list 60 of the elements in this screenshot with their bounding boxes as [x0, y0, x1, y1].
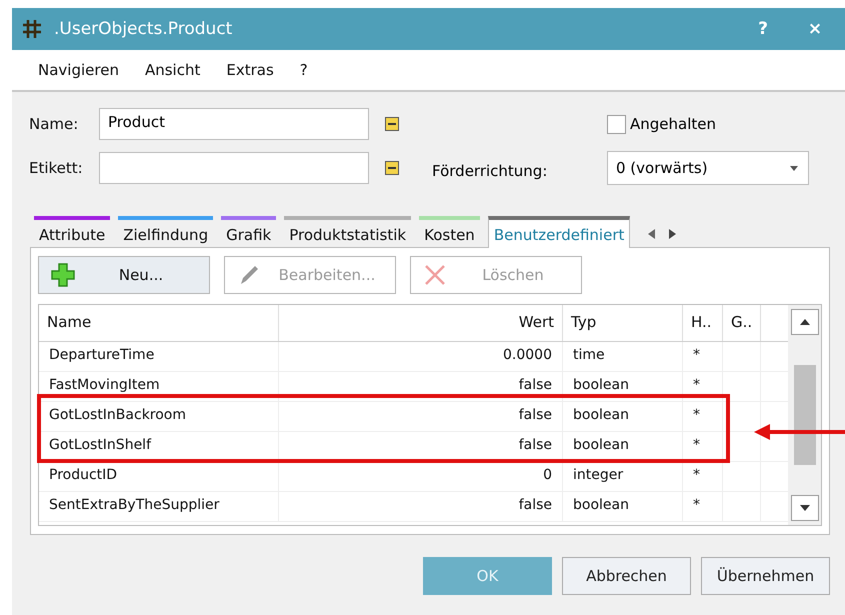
plus-icon — [51, 263, 75, 287]
grid-icon — [22, 19, 42, 39]
table-cell: false — [279, 492, 563, 521]
scroll-right-icon[interactable] — [669, 229, 676, 239]
table-cell: boolean — [563, 492, 683, 521]
new-button[interactable]: Neu... — [38, 256, 210, 294]
table-cell: * — [683, 342, 723, 371]
table-cell: GotLostInShelf — [39, 432, 279, 461]
window-title: .UserObjects.Product — [54, 19, 234, 39]
scroll-up-button[interactable] — [790, 309, 818, 335]
table-cell: time — [563, 342, 683, 371]
direction-dropdown[interactable]: 0 (vorwärts) — [607, 151, 809, 185]
up-arrow-icon — [800, 319, 810, 325]
scrollbar-thumb[interactable] — [794, 365, 816, 465]
table-cell: false — [279, 372, 563, 401]
collapse-icon[interactable] — [385, 161, 399, 175]
table-cell: 0 — [279, 462, 563, 491]
cross-icon — [423, 263, 447, 287]
scroll-left-icon[interactable] — [648, 229, 656, 239]
menu-item[interactable]: Ansicht — [144, 61, 200, 79]
dropdown-arrow-icon — [790, 166, 798, 170]
field-label: Name: — [29, 115, 80, 133]
column-header[interactable]: H.. — [683, 305, 723, 341]
down-arrow-icon — [800, 505, 810, 511]
table-cell: false — [279, 432, 563, 461]
table-cell: * — [683, 402, 723, 431]
column-header[interactable]: Name — [39, 305, 279, 341]
arrow-icon — [752, 422, 845, 442]
field-label: Etikett: — [29, 159, 84, 177]
checkbox-label: Angehalten — [630, 115, 716, 133]
table-cell: ProductID — [39, 462, 279, 491]
name-field[interactable]: Product — [99, 108, 369, 140]
collapse-icon[interactable] — [385, 117, 399, 131]
column-header[interactable]: G.. — [723, 305, 761, 341]
tab[interactable]: Benutzerdefiniert — [488, 216, 630, 248]
label-field[interactable] — [99, 152, 369, 184]
table-cell: boolean — [563, 402, 683, 431]
checkbox[interactable] — [607, 114, 626, 134]
table-cell: DepartureTime — [39, 342, 279, 371]
cancel-button[interactable]: Abbrechen — [562, 557, 691, 595]
table-cell: SentExtraByTheSupplier — [39, 492, 279, 521]
table-cell: false — [279, 402, 563, 431]
table-cell: FastMovingItem — [39, 372, 279, 401]
table-cell: boolean — [563, 372, 683, 401]
field-label: Förderrichtung: — [432, 161, 548, 180]
column-header[interactable]: Wert — [279, 305, 563, 341]
table-cell: GotLostInBackroom — [39, 402, 279, 431]
table-cell: integer — [563, 462, 683, 491]
menu-item[interactable]: ? — [300, 61, 308, 79]
table-cell: * — [683, 492, 723, 521]
table-cell: boolean — [563, 432, 683, 461]
apply-button[interactable]: Übernehmen — [701, 557, 830, 595]
table-cell: * — [683, 462, 723, 491]
column-header[interactable]: Typ — [563, 305, 683, 341]
scroll-down-button[interactable] — [790, 495, 818, 521]
table-cell: * — [683, 372, 723, 401]
menu-item[interactable]: Extras — [226, 61, 274, 79]
table-cell: 0.0000 — [279, 342, 563, 371]
table-cell: * — [683, 432, 723, 461]
menu-item[interactable]: Navigieren — [38, 61, 119, 79]
